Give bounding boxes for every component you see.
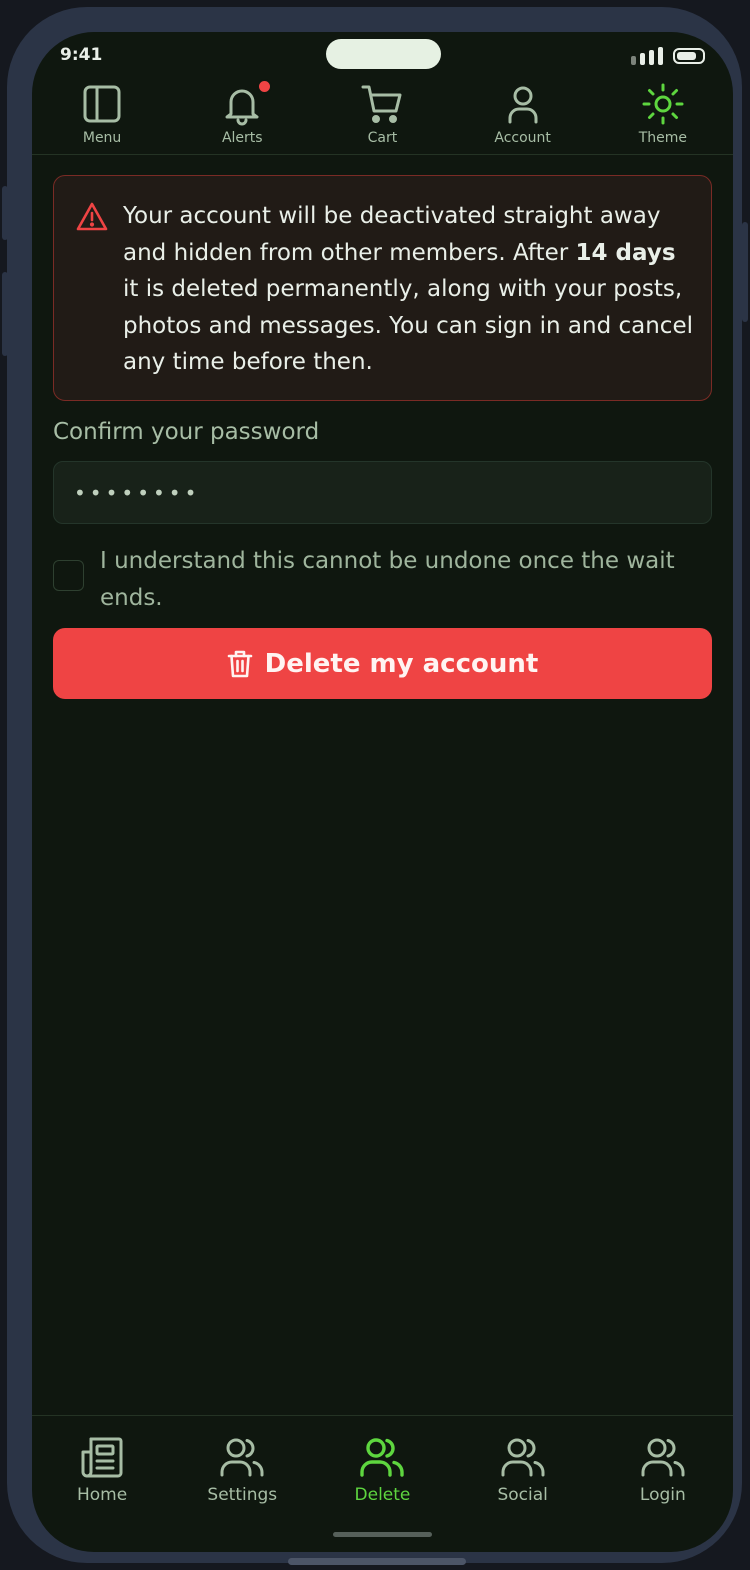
confirm-checkbox[interactable] [53,560,84,591]
tab-label-settings: Settings [207,1485,278,1505]
users-icon [641,1438,685,1477]
cart-icon [361,85,402,123]
tab-label-home: Home [76,1485,128,1505]
users-icon [501,1438,545,1477]
tab-label-login: Login [639,1485,686,1505]
signal-icon [631,47,663,65]
users-icon [220,1438,264,1477]
nav-item-menu[interactable]: Menu [42,82,162,154]
nav-label-account: Account [494,130,551,146]
status-indicators [631,47,705,65]
tab-settings[interactable]: Settings [182,1416,302,1552]
nav-item-cart[interactable]: Cart [322,82,442,154]
tab-social[interactable]: Social [463,1416,583,1552]
confirm-checkbox-label[interactable]: I understand this cannot be undone once … [100,543,705,616]
nav-item-alerts[interactable]: Alerts [182,79,302,154]
tab-label-social: Social [497,1485,548,1505]
screen: 9:41 Menu Alerts Cart Account Theme Your… [32,32,733,1552]
deletion-warning: Your account will be deactivated straigh… [53,175,712,401]
battery-icon [673,48,705,64]
nav-label-menu: Menu [82,130,122,146]
users-icon [360,1438,405,1477]
newspaper-icon [81,1437,123,1478]
nav-label-alerts: Alerts [221,130,263,146]
nav-item-theme[interactable]: Theme [603,82,723,154]
sidebar-panel-icon [83,85,121,123]
trash-icon [227,650,252,677]
power-button [742,222,748,322]
status-time: 9:41 [60,45,103,65]
home-indicator[interactable] [333,1532,432,1537]
nav-label-theme: Theme [638,130,687,146]
warning-text-after: it is deleted permanently, along with yo… [123,276,693,375]
warning-triangle-icon [76,202,108,231]
delete-account-button[interactable]: Delete my account [53,628,712,699]
phone-frame: 9:41 Menu Alerts Cart Account Theme Your… [7,7,742,1563]
warning-highlight: 14 days [575,239,676,266]
frame-bottom-bar [288,1558,466,1565]
nav-item-account[interactable]: Account [463,82,583,154]
user-icon [508,86,538,124]
warning-text: Your account will be deactivated straigh… [123,198,698,381]
tab-label-delete: Delete [354,1485,411,1505]
password-label: Confirm your password [53,419,320,445]
password-field[interactable]: •••••••• [53,461,712,524]
dynamic-island [326,39,441,69]
top-nav: Menu Alerts Cart Account Theme [32,79,733,155]
tab-home[interactable]: Home [42,1416,162,1552]
sun-icon [642,83,684,125]
tab-login[interactable]: Login [603,1416,723,1552]
alerts-badge [257,79,273,94]
delete-button-label: Delete my account [264,648,539,679]
nav-label-cart: Cart [367,130,398,146]
